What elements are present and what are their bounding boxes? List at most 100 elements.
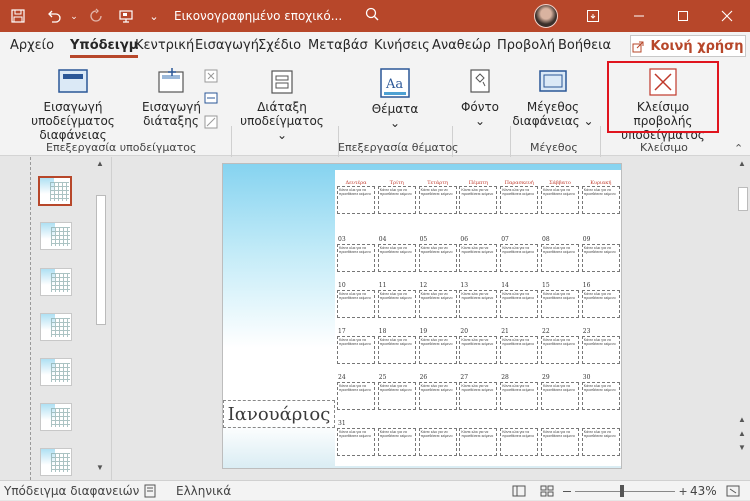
thumbnail-layout[interactable]: [40, 448, 72, 476]
text-placeholder[interactable]: Κάντε κλικ για να προσθέσετε κείμενο: [581, 336, 620, 364]
stage-scrollbar[interactable]: ▲ ▲ ▲ ▼: [736, 157, 750, 480]
text-placeholder[interactable]: Κάντε κλικ για να προσθέσετε κείμενο: [581, 382, 620, 410]
text-placeholder[interactable]: Κάντε κλικ για να προσθέσετε κείμενο: [581, 186, 620, 214]
calendar-cell[interactable]: Κάντε κλικ για να προσθέσετε κείμενο: [418, 420, 458, 456]
calendar-cell[interactable]: 20 Κάντε κλικ για να προσθέσετε κείμενο: [458, 328, 498, 364]
rename-icon[interactable]: [203, 90, 219, 106]
thumbnail-layout[interactable]: [40, 313, 72, 341]
text-placeholder[interactable]: Κάντε κλικ για να προσθέσετε κείμενο: [541, 336, 579, 364]
slide-canvas[interactable]: Δευτέρα Τρίτη Τετάρτη Πέμπτη Παρασκευή Σάββατ…: [222, 163, 622, 469]
text-placeholder[interactable]: Κάντε κλικ για να προσθέσετε κείμενο: [418, 336, 457, 364]
thumbnail-layout[interactable]: [40, 268, 72, 296]
calendar-cell[interactable]: 28 Κάντε κλικ για να προσθέσετε κείμενο: [499, 374, 539, 410]
calendar-cell[interactable]: 11 Κάντε κλικ για να προσθέσετε κείμενο: [377, 282, 417, 318]
calendar-cell[interactable]: 08 Κάντε κλικ για να προσθέσετε κείμενο: [540, 236, 580, 272]
text-placeholder[interactable]: Κάντε κλικ για να προσθέσετε κείμενο: [541, 290, 579, 318]
tab-insert[interactable]: Εισαγωγή: [195, 38, 259, 53]
scroll-down-icon[interactable]: ▲: [738, 415, 746, 424]
themes-button[interactable]: Aa Θέματα ⌄: [356, 68, 434, 130]
calendar-cell[interactable]: Κάντε κλικ για να προσθέσετε κείμενο: [499, 178, 539, 214]
tab-design[interactable]: Σχέδιο: [258, 38, 301, 53]
thumbnail-layout[interactable]: [40, 222, 72, 250]
text-placeholder[interactable]: Κάντε κλικ για να προσθέσετε κείμενο: [500, 336, 539, 364]
text-placeholder[interactable]: Κάντε κλικ για να προσθέσετε κείμενο: [581, 244, 620, 272]
text-placeholder[interactable]: Κάντε κλικ για να προσθέσετε κείμενο: [337, 290, 375, 318]
present-icon[interactable]: [116, 6, 136, 26]
share-button[interactable]: Κοινή χρήση: [630, 35, 746, 57]
text-placeholder[interactable]: Κάντε κλικ για να προσθέσετε κείμενο: [459, 382, 498, 410]
calendar-cell[interactable]: Κάντε κλικ για να προσθέσετε κείμενο: [458, 420, 498, 456]
background-button[interactable]: Φόντο ⌄: [458, 68, 502, 128]
calendar-cell[interactable]: 18 Κάντε κλικ για να προσθέσετε κείμενο: [377, 328, 417, 364]
calendar-cell[interactable]: Κάντε κλικ για να προσθέσετε κείμενο: [418, 178, 458, 214]
calendar-cell[interactable]: 13 Κάντε κλικ για να προσθέσετε κείμενο: [458, 282, 498, 318]
fit-slide-icon[interactable]: [726, 484, 740, 498]
text-placeholder[interactable]: Κάντε κλικ για να προσθέσετε κείμενο: [541, 428, 579, 456]
calendar-cell[interactable]: 22 Κάντε κλικ για να προσθέσετε κείμενο: [540, 328, 580, 364]
text-placeholder[interactable]: Κάντε κλικ για να προσθέσετε κείμενο: [459, 428, 498, 456]
text-placeholder[interactable]: Κάντε κλικ για να προσθέσετε κείμενο: [337, 428, 375, 456]
slide-size-button[interactable]: Μέγεθος διαφάνειας ⌄: [512, 68, 594, 128]
minimize-icon[interactable]: [616, 0, 662, 32]
calendar-cell[interactable]: 03 Κάντε κλικ για να προσθέσετε κείμενο: [336, 236, 376, 272]
scroll-down-icon[interactable]: ▼: [96, 463, 104, 472]
calendar-cell[interactable]: Κάντε κλικ για να προσθέσετε κείμενο: [377, 178, 417, 214]
calendar-cell[interactable]: Κάντε κλικ για να προσθέσετε κείμενο: [336, 178, 376, 214]
zoom-in-icon[interactable]: +: [679, 483, 687, 499]
thumbnail-layout[interactable]: [40, 403, 72, 431]
tab-file[interactable]: Αρχείο: [10, 38, 54, 53]
more-icon[interactable]: ⌄: [144, 6, 164, 26]
notes-icon[interactable]: [143, 484, 157, 498]
insert-slide-master-button[interactable]: Εισαγωγή υποδείγματος διαφάνειας: [6, 68, 140, 142]
text-placeholder[interactable]: Κάντε κλικ για να προσθέσετε κείμενο: [500, 382, 539, 410]
thumbnail-layout[interactable]: [40, 358, 72, 386]
sorter-view-icon[interactable]: [540, 484, 554, 498]
text-placeholder[interactable]: Κάντε κλικ για να προσθέσετε κείμενο: [581, 428, 620, 456]
undo-dropdown-icon[interactable]: ⌄: [64, 6, 84, 26]
text-placeholder[interactable]: Κάντε κλικ για να προσθέσετε κείμενο: [459, 290, 498, 318]
calendar-cell[interactable]: Κάντε κλικ για να προσθέσετε κείμενο: [458, 178, 498, 214]
tab-transitions[interactable]: Μεταβάσ: [308, 38, 368, 53]
search-icon[interactable]: [362, 6, 382, 26]
scrollbar-thumb[interactable]: [96, 195, 106, 325]
calendar-cell[interactable]: Κάντε κλικ για να προσθέσετε κείμενο: [377, 420, 417, 456]
calendar-cell[interactable]: 14 Κάντε κλικ για να προσθέσετε κείμενο: [499, 282, 539, 318]
calendar-cell[interactable]: 16 Κάντε κλικ για να προσθέσετε κείμενο: [581, 282, 621, 318]
tab-animations[interactable]: Κινήσεις: [374, 38, 430, 53]
insert-layout-button[interactable]: Εισαγωγή διάταξης: [142, 68, 201, 128]
calendar-cell[interactable]: 23 Κάντε κλικ για να προσθέσετε κείμενο: [581, 328, 621, 364]
calendar-cell[interactable]: Κάντε κλικ για να προσθέσετε κείμενο: [581, 178, 621, 214]
text-placeholder[interactable]: Κάντε κλικ για να προσθέσετε κείμενο: [377, 244, 416, 272]
calendar-cell[interactable]: 26 Κάντε κλικ για να προσθέσετε κείμενο: [418, 374, 458, 410]
text-placeholder[interactable]: Κάντε κλικ για να προσθέσετε κείμενο: [581, 290, 620, 318]
zoom-slider-thumb[interactable]: [620, 485, 624, 497]
text-placeholder[interactable]: Κάντε κλικ για να προσθέσετε κείμενο: [377, 382, 416, 410]
tab-slide-master[interactable]: Υπόδειγμ: [70, 38, 139, 58]
text-placeholder[interactable]: Κάντε κλικ για να προσθέσετε κείμενο: [459, 244, 498, 272]
calendar-cell[interactable]: 09 Κάντε κλικ για να προσθέσετε κείμενο: [581, 236, 621, 272]
calendar-cell[interactable]: 05 Κάντε κλικ για να προσθέσετε κείμενο: [418, 236, 458, 272]
text-placeholder[interactable]: Κάντε κλικ για να προσθέσετε κείμενο: [377, 186, 416, 214]
text-placeholder[interactable]: Κάντε κλικ για να προσθέσετε κείμενο: [541, 186, 579, 214]
text-placeholder[interactable]: Κάντε κλικ για να προσθέσετε κείμενο: [500, 428, 539, 456]
calendar-cell[interactable]: 06 Κάντε κλικ για να προσθέσετε κείμενο: [458, 236, 498, 272]
collapse-ribbon-icon[interactable]: ⌃: [734, 142, 743, 155]
calendar-cell[interactable]: Κάντε κλικ για να προσθέσετε κείμενο: [540, 178, 580, 214]
normal-view-icon[interactable]: [512, 484, 526, 498]
zoom-level[interactable]: 43%: [690, 484, 717, 498]
avatar[interactable]: [534, 4, 558, 28]
text-placeholder[interactable]: Κάντε κλικ για να προσθέσετε κείμενο: [418, 244, 457, 272]
preserve-icon[interactable]: [203, 114, 219, 130]
text-placeholder[interactable]: Κάντε κλικ για να προσθέσετε κείμενο: [541, 382, 579, 410]
calendar-cell[interactable]: 29 Κάντε κλικ για να προσθέσετε κείμενο: [540, 374, 580, 410]
calendar-cell[interactable]: Κάντε κλικ για να προσθέσετε κείμενο: [540, 420, 580, 456]
text-placeholder[interactable]: Κάντε κλικ για να προσθέσετε κείμενο: [418, 382, 457, 410]
text-placeholder[interactable]: Κάντε κλικ για να προσθέσετε κείμενο: [377, 290, 416, 318]
tab-help[interactable]: Βοήθεια: [558, 38, 611, 53]
redo-icon[interactable]: [86, 6, 106, 26]
tab-review[interactable]: Αναθεώρ: [432, 38, 491, 53]
status-language[interactable]: Ελληνικά: [176, 484, 231, 498]
thumbnail-master[interactable]: [38, 176, 72, 206]
text-placeholder[interactable]: Κάντε κλικ για να προσθέσετε κείμενο: [337, 382, 375, 410]
ribbon-display-icon[interactable]: [570, 0, 616, 32]
